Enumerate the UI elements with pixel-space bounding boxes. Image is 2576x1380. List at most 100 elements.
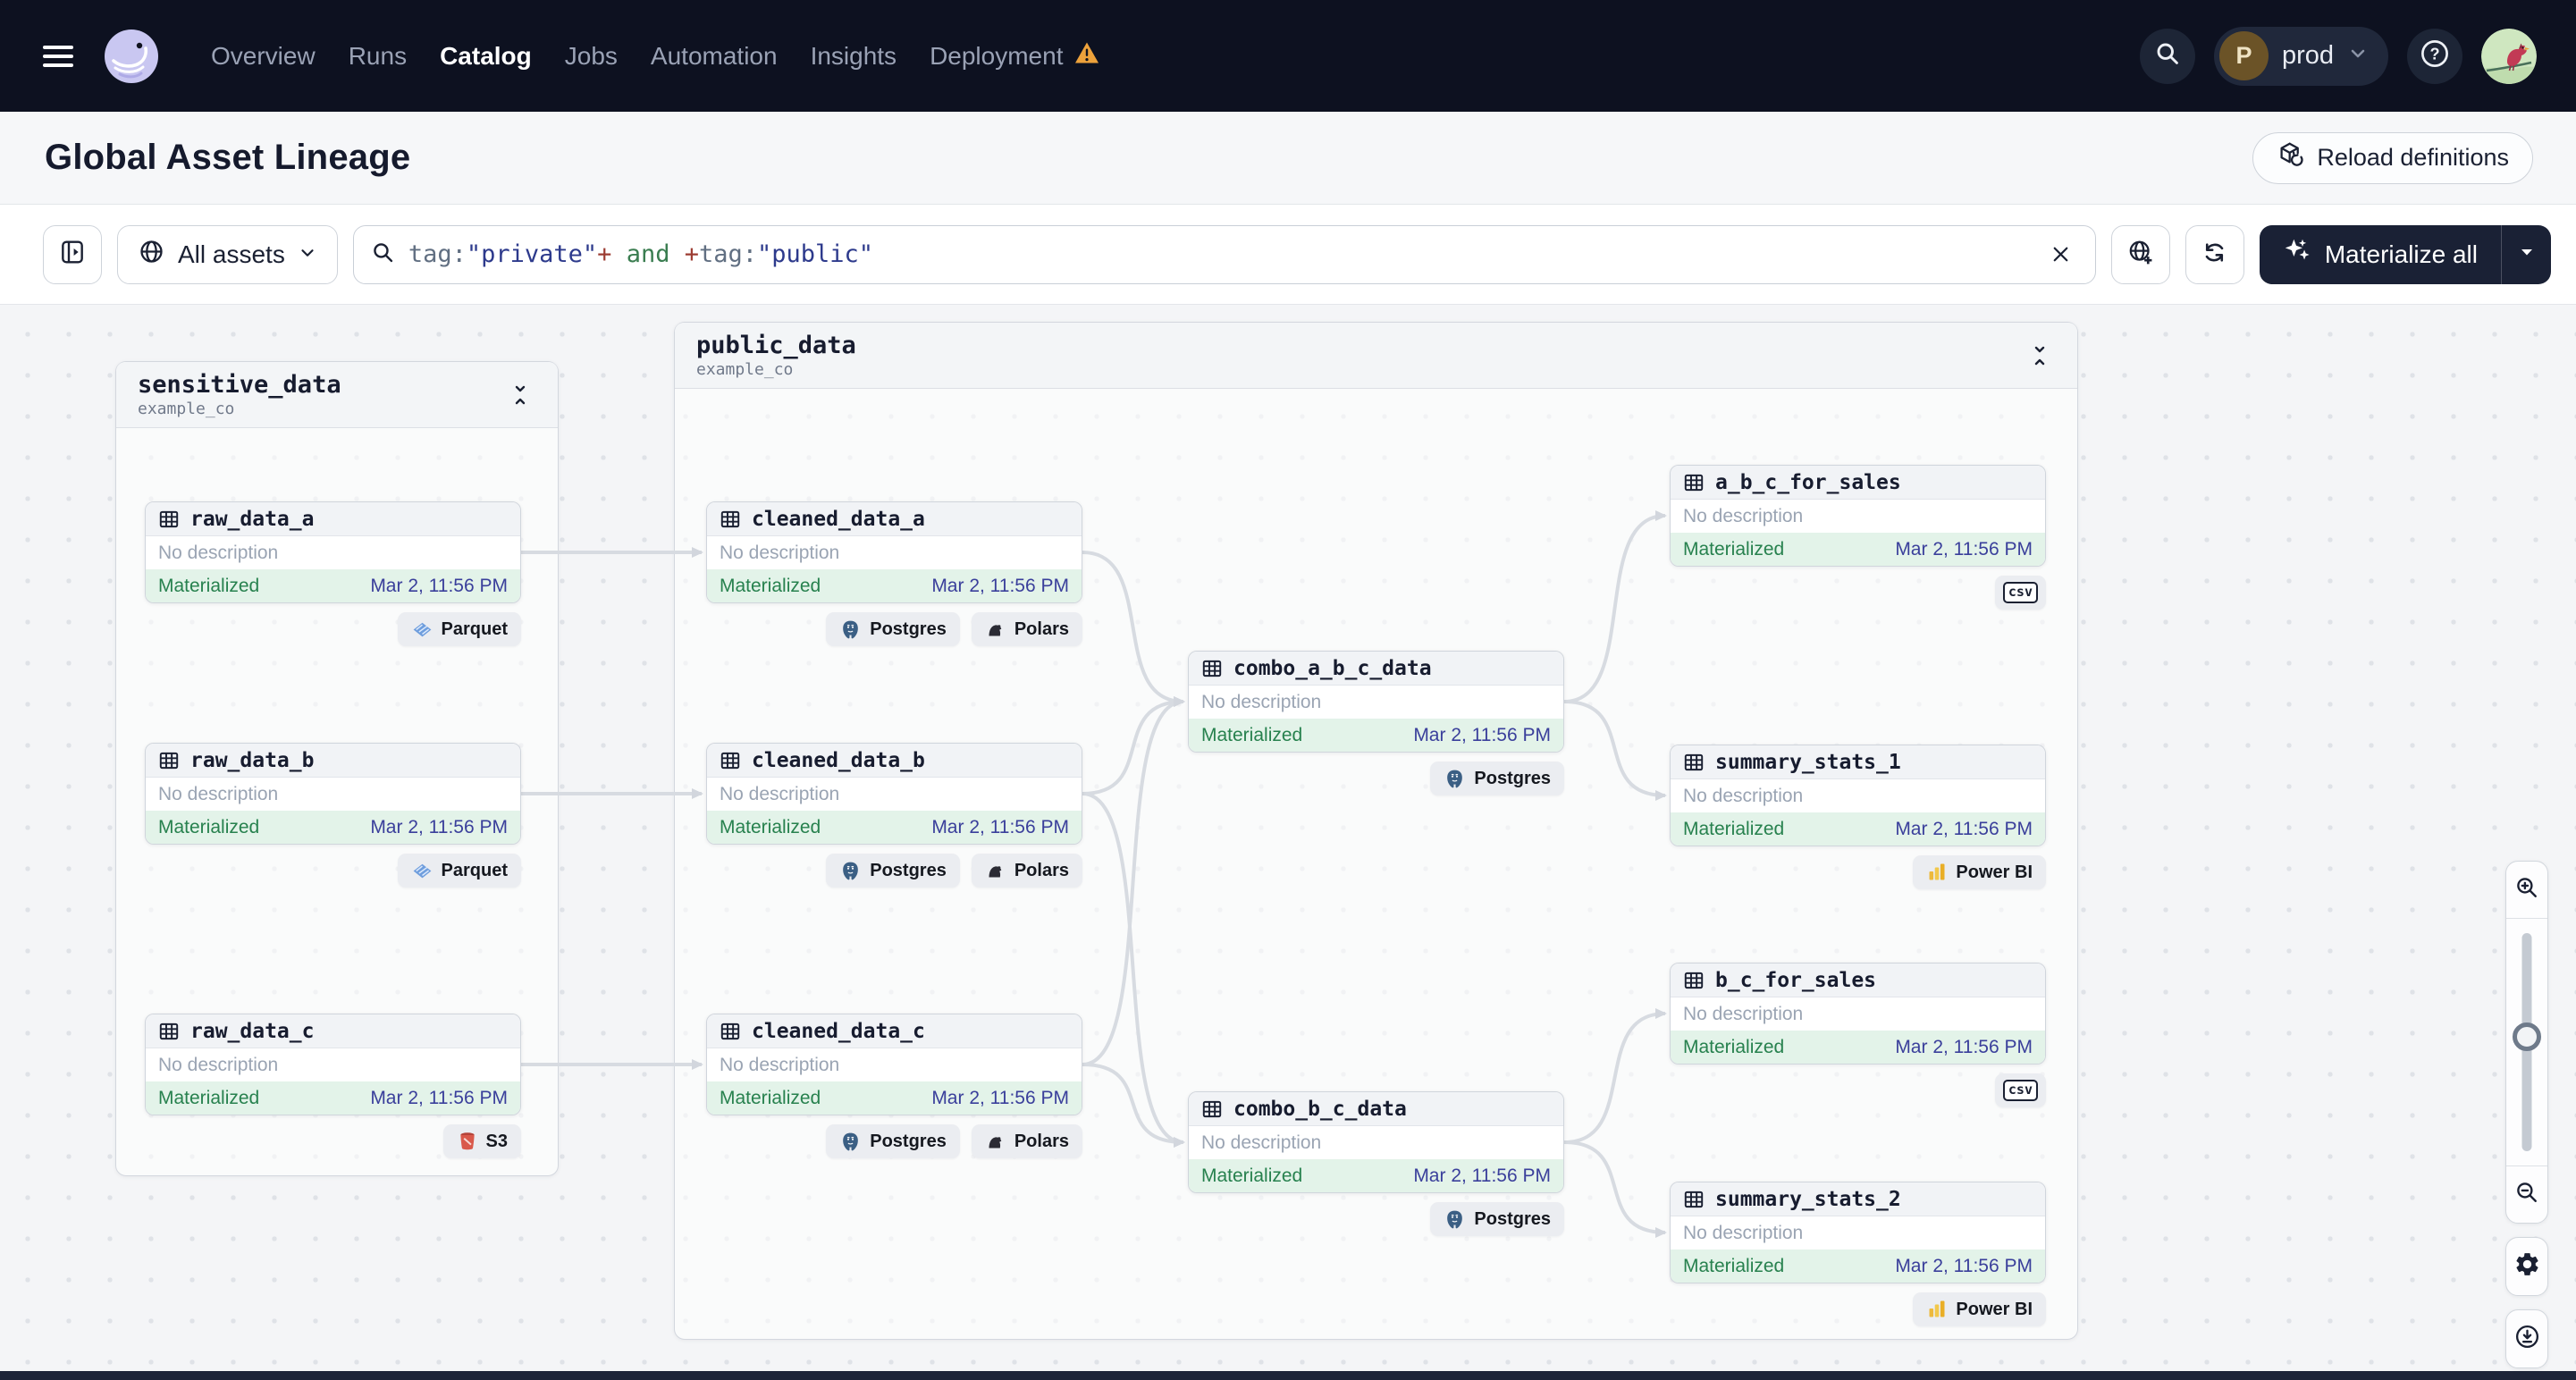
query-segment-3: and xyxy=(611,240,685,268)
asset-node-header: b_c_for_sales xyxy=(1671,963,2045,997)
materialize-all-button[interactable]: Materialize all xyxy=(2259,224,2551,284)
materialized-timestamp: Mar 2, 11:56 PM xyxy=(1413,1165,1551,1186)
postgres-icon xyxy=(839,618,862,641)
nav-item-deployment[interactable]: Deployment xyxy=(930,41,1099,71)
collapse-group-button[interactable] xyxy=(2022,336,2058,375)
asset-query-input[interactable]: tag:"private"+ and +tag:"public" xyxy=(352,224,2096,284)
asset-node-cleaned_data_b[interactable]: cleaned_data_b No description Materialized… xyxy=(706,743,1082,845)
globe-icon xyxy=(138,238,165,272)
zoom-in-button[interactable] xyxy=(2506,862,2547,919)
lineage-toolbar: All assets tag:"private"+ and +tag:"publ… xyxy=(0,205,2576,305)
asset-node-raw_data_a[interactable]: raw_data_a No description Materialized Mar … xyxy=(145,501,521,603)
kind-tag-polars: Polars xyxy=(971,612,1082,646)
kind-tag-label: Polars xyxy=(1014,1131,1069,1151)
asset-node-raw_data_c[interactable]: raw_data_c No description Materialized Mar … xyxy=(145,1014,521,1115)
csv-icon: csv xyxy=(2002,1080,2038,1101)
asset-node-header: combo_a_b_c_data xyxy=(1189,652,1563,686)
materialize-options-caret[interactable] xyxy=(2501,224,2551,284)
powerbi-icon xyxy=(1926,1299,1948,1320)
asset-status-row: Materialized Mar 2, 11:56 PM xyxy=(146,1081,520,1115)
materialized-status: Materialized xyxy=(1683,819,1785,839)
global-search-button[interactable] xyxy=(2139,28,2195,84)
query-segment-1: "private" xyxy=(466,240,598,268)
asset-node-cleaned_data_a[interactable]: cleaned_data_a No description Materialized… xyxy=(706,501,1082,603)
asset-group-titles: public_data example_co xyxy=(696,332,856,379)
graph-settings-button[interactable] xyxy=(2505,1237,2548,1296)
kind-tag-label: Postgres xyxy=(1474,1208,1551,1229)
asset-description: No description xyxy=(1683,785,1804,806)
panel-expand-icon xyxy=(58,238,87,271)
postgres-icon xyxy=(839,1131,862,1153)
materialize-all-main[interactable]: Materialize all xyxy=(2260,225,2501,284)
asset-description: No description xyxy=(158,783,279,804)
table-icon xyxy=(719,508,742,531)
kind-tag-label: Postgres xyxy=(870,618,947,639)
nav-item-deployment-label: Deployment xyxy=(930,41,1064,70)
asset-kind-tags: Postgres Polars xyxy=(706,1124,1082,1158)
table-icon xyxy=(719,749,742,772)
svg-text:?: ? xyxy=(2429,46,2439,63)
materialized-timestamp: Mar 2, 11:56 PM xyxy=(1413,725,1551,745)
asset-node-a_b_c_for_sales[interactable]: a_b_c_for_sales No description Materialize… xyxy=(1670,465,2046,567)
clear-query-button[interactable] xyxy=(2041,235,2081,274)
nav-item-automation[interactable]: Automation xyxy=(651,42,778,71)
nav-item-catalog[interactable]: Catalog xyxy=(440,42,532,71)
reload-definitions-button[interactable]: Reload definitions xyxy=(2252,131,2533,184)
asset-node-raw_data_b[interactable]: raw_data_b No description Materialized Mar … xyxy=(145,743,521,845)
materialized-timestamp: Mar 2, 11:56 PM xyxy=(1895,539,2033,560)
chevron-down-icon xyxy=(2347,43,2369,69)
nav-item-runs[interactable]: Runs xyxy=(349,42,407,71)
asset-description: No description xyxy=(1201,691,1322,712)
kind-tag-label: Power BI xyxy=(1956,862,2033,882)
asset-kind-tags: Postgres xyxy=(1188,1202,1564,1236)
zoom-slider-thumb[interactable] xyxy=(2513,1022,2541,1051)
caret-down-icon xyxy=(2518,243,2536,265)
query-segment-6: "public" xyxy=(757,240,874,268)
nav-item-overview[interactable]: Overview xyxy=(211,42,316,71)
asset-node-combo_b_c_data[interactable]: combo_b_c_data No description Materialized… xyxy=(1188,1091,1564,1193)
menu-hamburger-icon[interactable] xyxy=(36,37,80,76)
asset-node-summary_stats_2[interactable]: summary_stats_2 No description Materialize… xyxy=(1670,1182,2046,1283)
materialized-status: Materialized xyxy=(158,817,260,837)
asset-node-combo_a_b_c_data[interactable]: combo_a_b_c_data No description Materializ… xyxy=(1188,651,1564,753)
chevron-down-icon xyxy=(298,240,317,269)
user-avatar[interactable] xyxy=(2481,28,2537,84)
asset-name: cleaned_data_b xyxy=(752,748,925,772)
zoom-out-button[interactable] xyxy=(2506,1165,2547,1223)
asset-node-cleaned_data_c[interactable]: cleaned_data_c No description Materialized… xyxy=(706,1014,1082,1115)
refresh-graph-button[interactable] xyxy=(2185,224,2244,284)
help-button[interactable]: ? xyxy=(2407,28,2462,84)
nav-item-jobs[interactable]: Jobs xyxy=(565,42,618,71)
query-segment-2: + xyxy=(597,240,612,268)
new-asset-selection-button[interactable] xyxy=(2110,224,2170,284)
deployment-name: prod xyxy=(2281,41,2334,70)
asset-node-header: a_b_c_for_sales xyxy=(1671,466,2045,500)
query-text: tag:"private"+ and +tag:"public" xyxy=(408,240,873,268)
asset-node-b_c_for_sales[interactable]: b_c_for_sales No description Materialized M… xyxy=(1670,963,2046,1064)
lineage-graph-canvas[interactable]: sensitive_data example_co public_data examp… xyxy=(0,305,2576,1371)
kind-tag-polars: Polars xyxy=(971,1124,1082,1158)
kind-tag-label: Power BI xyxy=(1956,1299,2033,1319)
search-icon xyxy=(370,240,396,270)
materialized-timestamp: Mar 2, 11:56 PM xyxy=(1895,1256,2033,1276)
asset-description: No description xyxy=(720,783,840,804)
top-navbar: Overview Runs Catalog Jobs Automation In… xyxy=(0,0,2576,112)
materialized-status: Materialized xyxy=(158,576,260,596)
zoom-slider[interactable] xyxy=(2506,919,2547,1165)
download-graph-button[interactable] xyxy=(2505,1309,2548,1368)
toggle-sidebar-button[interactable] xyxy=(43,224,102,284)
postgres-icon xyxy=(1444,768,1466,790)
collapse-group-button[interactable] xyxy=(502,375,538,415)
sparkles-icon xyxy=(2283,237,2312,273)
asset-node-summary_stats_1[interactable]: summary_stats_1 No description Materialize… xyxy=(1670,745,2046,846)
primary-nav: Overview Runs Catalog Jobs Automation In… xyxy=(211,41,1099,71)
query-segment-4: + xyxy=(684,240,699,268)
reload-definitions-label: Reload definitions xyxy=(2317,144,2509,171)
asset-description: No description xyxy=(158,1054,279,1075)
deployment-switcher[interactable]: P prod xyxy=(2213,26,2388,86)
asset-scope-dropdown[interactable]: All assets xyxy=(117,224,338,284)
asset-node-header: raw_data_c xyxy=(146,1014,520,1048)
materialized-status: Materialized xyxy=(720,576,821,596)
asset-status-row: Materialized Mar 2, 11:56 PM xyxy=(146,569,520,602)
nav-item-insights[interactable]: Insights xyxy=(811,42,897,71)
